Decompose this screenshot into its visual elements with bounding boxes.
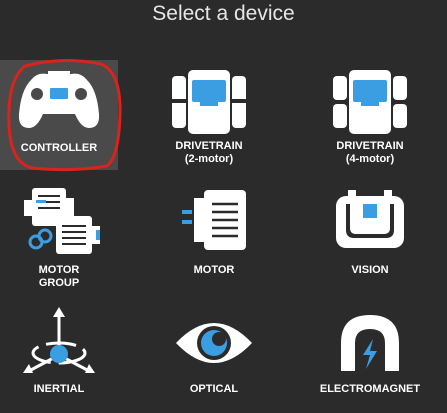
vision-sensor-icon (311, 182, 429, 262)
device-label: ELECTROMAGNET (319, 383, 421, 395)
page-title: Select a device (152, 2, 295, 25)
device-tile-motor[interactable]: MOTOR (155, 182, 273, 290)
device-tile-drivetrain-4-motor[interactable]: DRIVETRAIN (4-motor) (311, 60, 429, 168)
device-tile-motor-group[interactable]: MOTOR GROUP (0, 182, 118, 290)
electromagnet-icon (311, 305, 429, 385)
optical-sensor-icon (155, 305, 273, 385)
device-tile-drivetrain-2-motor[interactable]: DRIVETRAIN (2-motor) (150, 60, 268, 168)
controller-icon (0, 60, 118, 140)
drivetrain-4-motor-icon (311, 60, 429, 140)
motor-icon (155, 182, 273, 262)
motor-group-icon (0, 182, 118, 262)
device-tile-controller[interactable]: CONTROLLER (0, 60, 118, 170)
device-label: MOTOR (193, 264, 235, 276)
device-label: DRIVETRAIN (2-motor) (175, 140, 243, 165)
drivetrain-2-motor-icon (150, 60, 268, 140)
device-label: OPTICAL (189, 383, 239, 395)
device-label: INERTIAL (33, 383, 85, 395)
device-tile-electromagnet[interactable]: ELECTROMAGNET (311, 305, 429, 413)
device-tile-optical[interactable]: OPTICAL (155, 305, 273, 413)
device-tile-inertial[interactable]: INERTIAL (0, 305, 118, 413)
device-label: MOTOR GROUP (38, 264, 80, 289)
device-label: VISION (351, 264, 389, 276)
device-label: DRIVETRAIN (4-motor) (336, 140, 404, 165)
device-label: CONTROLLER (20, 142, 98, 154)
device-tile-vision[interactable]: VISION (311, 182, 429, 290)
inertial-sensor-icon (0, 305, 118, 385)
